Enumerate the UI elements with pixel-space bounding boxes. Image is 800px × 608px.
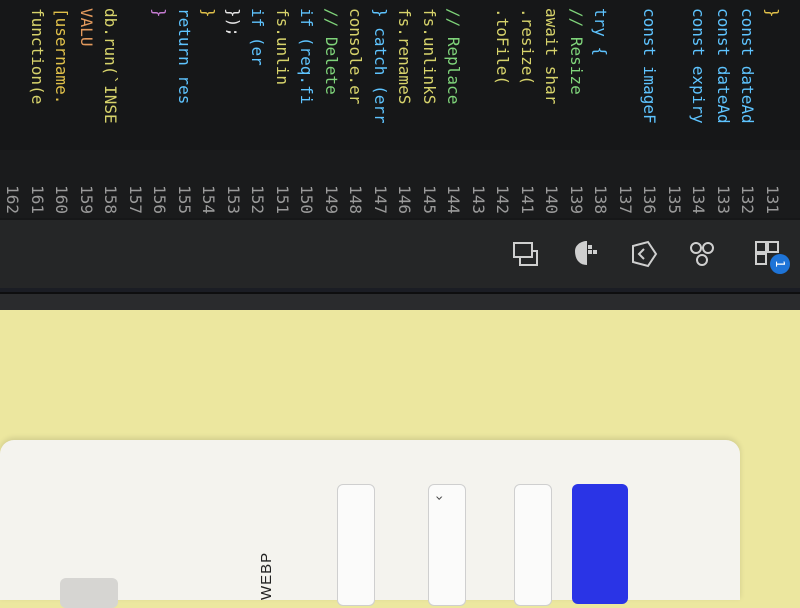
code-line: if (req.fi	[297, 8, 317, 105]
code-line: const dateAd	[714, 8, 733, 124]
code-line: });	[224, 8, 243, 37]
line-number: 148	[346, 185, 366, 214]
code-line: .toFile(	[493, 8, 513, 86]
monitor-bezel	[0, 292, 800, 310]
format-label-text: WEBP	[258, 551, 275, 600]
line-number: 131	[763, 185, 782, 214]
line-number: 137	[616, 185, 635, 214]
code-line: function(e	[28, 8, 47, 105]
code-line: // Replace	[444, 8, 464, 105]
line-number: 147	[371, 185, 390, 214]
line-number-gutter: 131 132 133 134 135 136 137 138 139 140 141 142 143 1…	[0, 150, 800, 218]
line-number: 155	[175, 185, 194, 214]
line-number: 161	[28, 185, 47, 214]
line-number: 162	[3, 185, 23, 214]
line-number: 159	[77, 185, 96, 214]
code-line: return res	[175, 8, 194, 105]
code-line: fs.unlin	[273, 8, 292, 86]
docker-icon[interactable]	[564, 220, 608, 288]
code-editor[interactable]: } const dateAd const dateAd const expiry con…	[0, 0, 800, 148]
code-line: VALU	[77, 8, 96, 47]
code-line: fs.unlinkS	[420, 8, 439, 105]
line-number: 141	[518, 185, 537, 214]
code-line: if (er	[248, 8, 268, 66]
code-line: }	[150, 8, 170, 18]
extensions-badge: 1	[770, 254, 790, 274]
code-line: const imageF	[640, 8, 660, 124]
grey-button[interactable]	[60, 578, 118, 608]
line-number: 154	[199, 185, 219, 214]
line-number: 134	[689, 185, 709, 214]
line-number: 136	[640, 185, 660, 214]
line-number: 157	[126, 185, 145, 214]
line-number: 144	[444, 185, 464, 214]
line-number: 133	[714, 185, 733, 214]
code-line: console.er	[346, 8, 366, 105]
line-number: 149	[322, 185, 341, 214]
code-line: db.run(`INSE	[101, 8, 121, 124]
line-number: 151	[273, 185, 292, 214]
input-field[interactable]	[337, 484, 375, 606]
line-number: 135	[665, 185, 684, 214]
activity-bar: 1	[0, 220, 800, 288]
code-line: // Resize	[567, 8, 586, 95]
line-number: 156	[150, 185, 170, 214]
code-line: const expiry	[689, 8, 709, 124]
extensions-icon[interactable]: 1	[744, 220, 790, 288]
code-line: await shar	[542, 8, 562, 105]
code-line: }	[763, 8, 782, 18]
code-line: fs.renameS	[395, 8, 415, 105]
line-number: 132	[738, 185, 758, 214]
line-number: 138	[591, 185, 611, 214]
code-line: // Delete	[322, 8, 341, 95]
code-line: try {	[591, 8, 611, 57]
editor-window: } const dateAd const dateAd const expiry con…	[0, 0, 800, 300]
line-number: 158	[101, 185, 121, 214]
line-number: 142	[493, 185, 513, 214]
line-number: 146	[395, 185, 415, 214]
format-select[interactable]	[428, 484, 466, 606]
line-number: 143	[469, 185, 488, 214]
submit-button[interactable]	[572, 484, 628, 604]
line-number: 153	[224, 185, 243, 214]
line-number: 139	[567, 185, 586, 214]
code-line: } catch (err	[371, 8, 390, 124]
code-line: .resize(	[518, 8, 537, 86]
chevron-down-icon: ›	[430, 495, 447, 501]
code-line: const dateAd	[738, 8, 758, 124]
remote-explorer-icon[interactable]	[504, 220, 548, 288]
line-number: 145	[420, 185, 439, 214]
source-control-icon[interactable]	[680, 220, 724, 288]
line-number: 160	[52, 185, 72, 214]
format-label: WEBP	[258, 520, 282, 600]
monitor-screen: } const dateAd const dateAd const expiry con…	[0, 0, 800, 300]
debug-icon[interactable]	[622, 220, 666, 288]
code-line: }	[199, 8, 219, 18]
line-number: 150	[297, 185, 317, 214]
input-field-secondary[interactable]	[514, 484, 552, 606]
line-number: 152	[248, 185, 268, 214]
code-line: [username.	[52, 8, 72, 105]
line-number: 140	[542, 185, 562, 214]
